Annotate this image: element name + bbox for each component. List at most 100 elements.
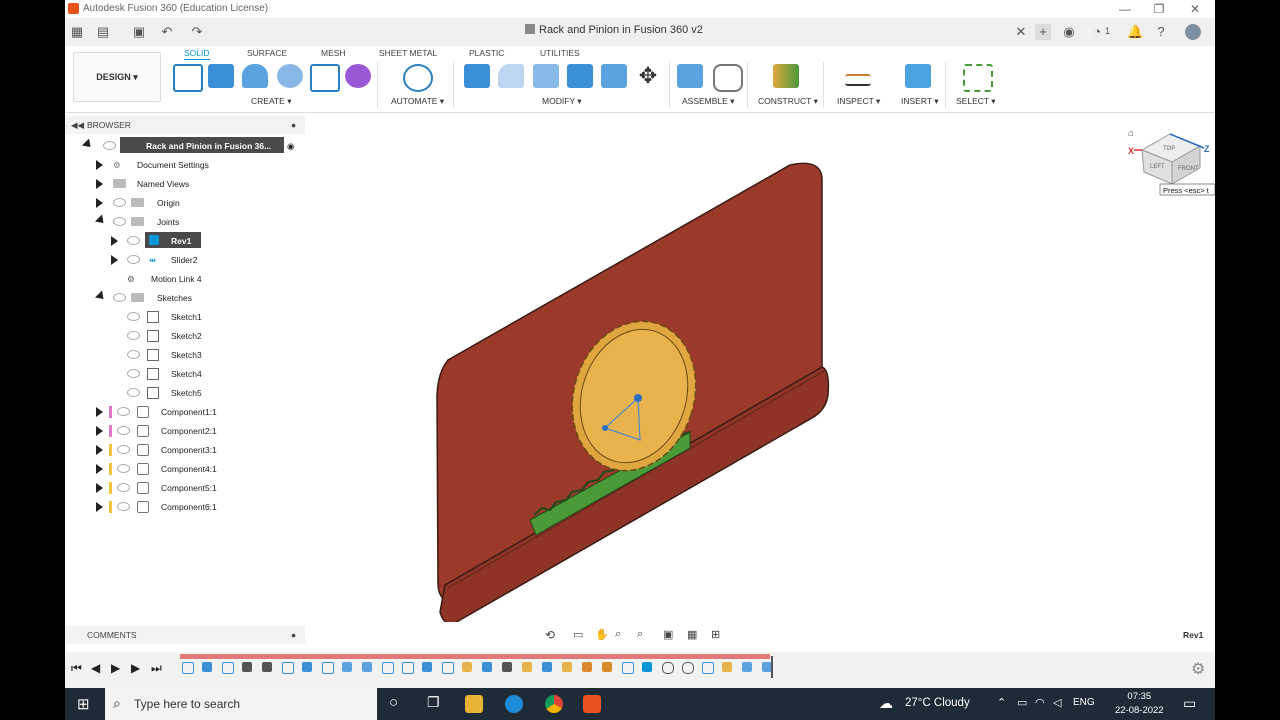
joint-pivot-marker[interactable]: [602, 425, 608, 431]
language-indicator[interactable]: ENG: [1073, 697, 1095, 708]
timeline-sketch-icon[interactable]: [382, 662, 394, 674]
pan-icon[interactable]: ✋: [595, 628, 609, 641]
go-to-start-icon[interactable]: ⏮: [71, 661, 82, 676]
timeline-component-icon[interactable]: [602, 662, 612, 672]
minimize-button[interactable]: —: [1107, 0, 1143, 18]
zoom-icon[interactable]: ⌕: [615, 628, 621, 641]
tree-item-origin[interactable]: Origin: [65, 194, 305, 212]
tree-item-component2[interactable]: Component2:1: [65, 422, 305, 440]
expand-arrow-icon[interactable]: [96, 502, 103, 512]
visibility-icon[interactable]: [127, 350, 140, 359]
visibility-icon[interactable]: [103, 141, 116, 150]
close-tab-icon[interactable]: ✕: [1013, 24, 1029, 40]
browser-pin-icon[interactable]: ●: [291, 120, 296, 130]
timeline-fillet-icon[interactable]: [562, 662, 572, 672]
visibility-icon[interactable]: [127, 388, 140, 397]
weather-text[interactable]: 27°C Cloudy: [905, 697, 970, 709]
grid-menu-icon[interactable]: ▦: [69, 24, 85, 40]
visibility-icon[interactable]: [127, 255, 140, 264]
viewcube[interactable]: ⌂ TOP LEFT FRONT X Z Press <esc> t: [1120, 116, 1215, 196]
maximize-button[interactable]: ❐: [1141, 0, 1177, 18]
grid-icon[interactable]: ▦: [687, 628, 697, 641]
modify-menu[interactable]: MODIFY ▾: [542, 96, 582, 107]
timeline-sketch-icon[interactable]: [442, 662, 454, 674]
assemble-menu[interactable]: ASSEMBLE ▾: [682, 96, 734, 107]
timeline-joint-icon[interactable]: [642, 662, 652, 672]
orbit-icon[interactable]: ⟲: [545, 628, 555, 642]
tree-item-sketch1[interactable]: Sketch1: [65, 308, 305, 326]
expand-arrow-icon[interactable]: [96, 198, 103, 208]
revolve-icon[interactable]: [242, 64, 268, 88]
form-icon[interactable]: [345, 64, 371, 88]
joint-origin-marker[interactable]: [634, 394, 642, 402]
timeline-sketch-icon[interactable]: [282, 662, 294, 674]
wifi-icon[interactable]: ◠: [1035, 696, 1045, 709]
expand-arrow-icon[interactable]: [96, 464, 103, 474]
hole-icon[interactable]: [277, 64, 303, 88]
collapse-arrow-icon[interactable]: [94, 290, 108, 303]
job-status-icon[interactable]: ◔: [1089, 24, 1105, 40]
expand-arrow-icon[interactable]: [96, 483, 103, 493]
task-view-icon[interactable]: ❐: [427, 694, 440, 711]
visibility-icon[interactable]: [117, 407, 130, 416]
document-tab[interactable]: Rack and Pinion in Fusion 360 v2: [525, 24, 703, 36]
tree-item-component3[interactable]: Component3:1: [65, 441, 305, 459]
taskbar-search[interactable]: ⌕ Type here to search: [105, 688, 377, 720]
tree-item-component1[interactable]: Component1:1: [65, 403, 305, 421]
chrome-icon[interactable]: [545, 695, 563, 713]
measure-icon[interactable]: [845, 74, 871, 86]
browser-header[interactable]: ◀◀ BROWSER ●: [65, 116, 305, 134]
tree-item-component4[interactable]: Component4:1: [65, 460, 305, 478]
save-icon[interactable]: ▣: [131, 24, 147, 40]
select-menu[interactable]: SELECT ▾: [956, 96, 996, 107]
play-icon[interactable]: ▶: [111, 661, 120, 675]
new-component-icon[interactable]: [677, 64, 703, 88]
timeline-extrude-icon[interactable]: [202, 662, 212, 672]
visibility-icon[interactable]: [117, 502, 130, 511]
home-icon[interactable]: ⌂: [1128, 128, 1134, 139]
undo-icon[interactable]: ↶: [159, 24, 175, 40]
timeline-combine-icon[interactable]: [362, 662, 372, 672]
collapse-browser-icon[interactable]: ◀◀: [71, 120, 84, 131]
visibility-icon[interactable]: [113, 293, 126, 302]
tree-item-sketch2[interactable]: Sketch2: [65, 327, 305, 345]
user-avatar[interactable]: [1185, 24, 1201, 40]
clock[interactable]: 07:35 22-08-2022: [1115, 690, 1164, 718]
notification-center-icon[interactable]: ▭: [1183, 695, 1196, 712]
timeline-pattern-icon[interactable]: [502, 662, 512, 672]
tree-item-motion-link[interactable]: ⚙ Motion Link 4: [65, 270, 305, 288]
tree-item-sketch4[interactable]: Sketch4: [65, 365, 305, 383]
visibility-icon[interactable]: [117, 426, 130, 435]
shell-icon[interactable]: [533, 64, 559, 88]
expand-arrow-icon[interactable]: [96, 445, 103, 455]
expand-arrow-icon[interactable]: [111, 255, 118, 265]
tab-plastic[interactable]: PLASTIC: [469, 48, 504, 58]
tree-item-sketch5[interactable]: Sketch5: [65, 384, 305, 402]
automate-menu[interactable]: AUTOMATE ▾: [391, 96, 444, 107]
file-icon[interactable]: ▤: [95, 24, 111, 40]
timeline-extrude-icon[interactable]: [302, 662, 312, 672]
timeline-marker[interactable]: [771, 656, 773, 678]
timeline-move-icon[interactable]: [262, 662, 272, 672]
visibility-icon[interactable]: [127, 331, 140, 340]
automate-icon[interactable]: [403, 64, 433, 92]
viewports-icon[interactable]: ⊞: [711, 628, 720, 641]
step-forward-icon[interactable]: ▶: [131, 661, 140, 675]
timeline-extrude-icon[interactable]: [422, 662, 432, 672]
windows-start-icon[interactable]: ⊞: [77, 695, 90, 713]
tree-item-document-settings[interactable]: ⚙ Document Settings: [65, 156, 305, 174]
new-tab-icon[interactable]: +: [1035, 24, 1051, 40]
tree-item-slider2[interactable]: ⇹ Slider2: [65, 251, 305, 269]
step-back-icon[interactable]: ◀: [91, 661, 100, 675]
battery-icon[interactable]: ▭: [1017, 696, 1027, 709]
timeline-joint-icon[interactable]: [662, 662, 674, 674]
workspace-switcher[interactable]: DESIGN ▾: [73, 52, 161, 102]
model-canvas[interactable]: [305, 112, 1215, 622]
expand-arrow-icon[interactable]: [96, 160, 103, 170]
create-menu[interactable]: CREATE ▾: [251, 96, 291, 107]
joint-icon[interactable]: [713, 64, 743, 92]
comments-pin-icon[interactable]: ●: [291, 630, 296, 640]
tab-sheet-metal[interactable]: SHEET METAL: [379, 48, 437, 58]
timeline-extrude-icon[interactable]: [482, 662, 492, 672]
timeline-settings-icon[interactable]: ⚙: [1191, 659, 1205, 679]
